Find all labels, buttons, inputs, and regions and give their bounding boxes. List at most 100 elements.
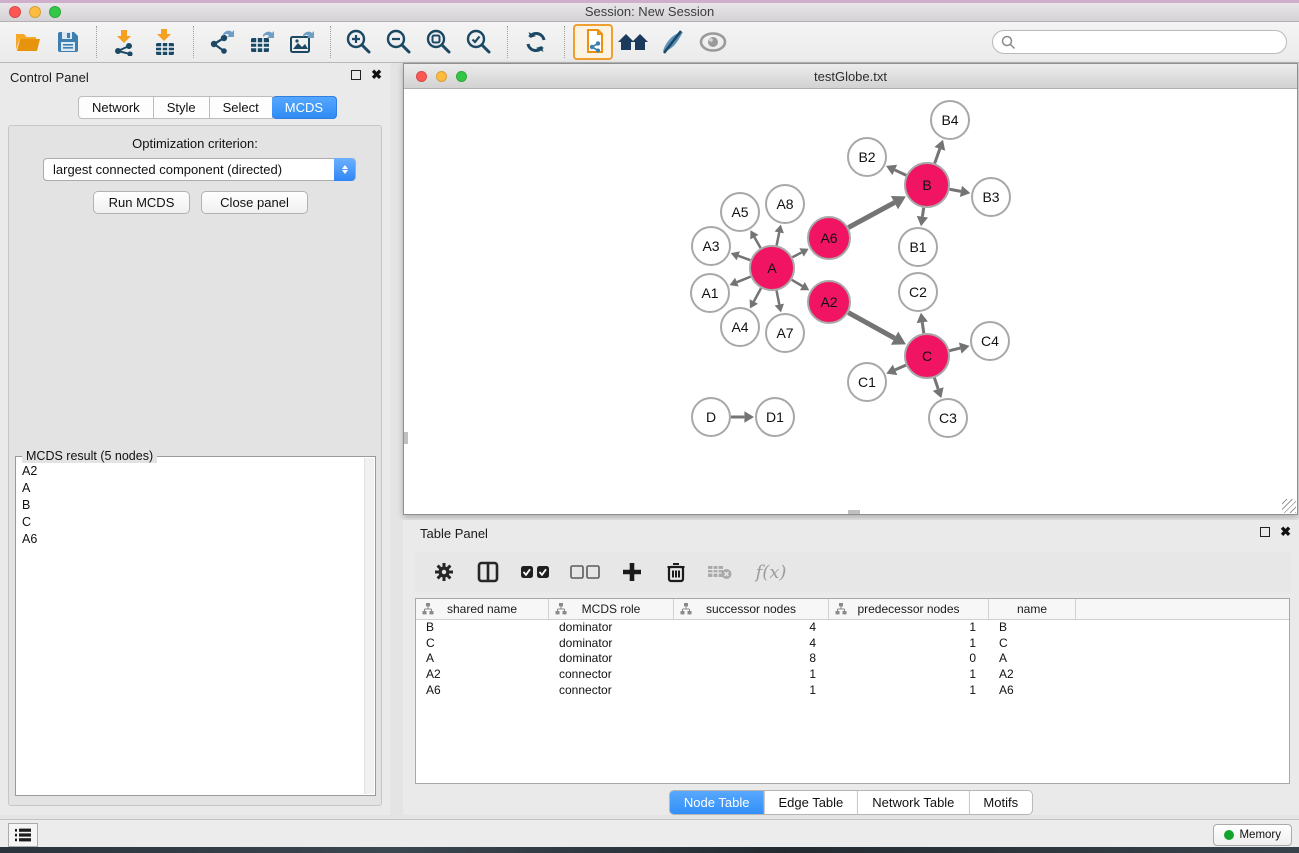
tab-style[interactable]: Style [154,96,210,119]
graph-node-A8[interactable]: A8 [766,185,804,223]
zoom-in-icon[interactable] [339,24,379,60]
graph-edge-A-A8[interactable] [777,232,780,245]
home-icon[interactable] [613,24,653,60]
export-image-icon[interactable] [282,24,322,60]
graph-edge-C-C1[interactable] [895,365,906,370]
graph-node-C3[interactable]: C3 [929,399,967,437]
col-header-shared-name[interactable]: shared name [416,599,549,619]
export-table-icon[interactable] [242,24,282,60]
graph-node-B[interactable]: B [905,163,949,207]
col-header-mcds-role[interactable]: MCDS role [549,599,674,619]
graph-edge-A-A4[interactable] [754,288,761,301]
delete-row-trash-icon[interactable] [661,557,691,587]
graph-node-D[interactable]: D [692,398,730,436]
zoom-out-icon[interactable] [379,24,419,60]
refresh-icon[interactable] [516,24,556,60]
graph-node-A3[interactable]: A3 [692,227,730,265]
graph-edge-A2-C[interactable] [848,313,894,339]
tab-network-table[interactable]: Network Table [857,791,968,814]
graph-edge-A-A3[interactable] [738,256,750,260]
result-item[interactable]: A [18,480,363,497]
graph-node-A[interactable]: A [750,246,794,290]
open-session-icon[interactable] [8,24,48,60]
split-column-icon[interactable] [473,557,503,587]
graph-edge-A-A6[interactable] [792,252,801,257]
tab-node-table[interactable]: Node Table [670,791,764,814]
table-row[interactable]: A6connector11A6 [416,683,1289,699]
close-traffic-light[interactable] [9,6,21,18]
graph-node-A2[interactable]: A2 [808,281,850,323]
minimize-traffic-light[interactable] [436,71,447,82]
select-all-checks-icon[interactable] [517,557,553,587]
new-network-from-selection-icon[interactable] [573,24,613,60]
zoom-traffic-light[interactable] [49,6,61,18]
eye-icon[interactable] [693,24,733,60]
graph-node-A5[interactable]: A5 [721,193,759,231]
show-panels-list-button[interactable] [8,823,38,847]
tab-select[interactable]: Select [210,96,273,119]
tab-network[interactable]: Network [78,96,154,119]
close-traffic-light[interactable] [416,71,427,82]
node-table[interactable]: shared name MCDS role successor nodes pr… [415,598,1290,784]
graph-edge-B-B3[interactable] [950,189,961,191]
graph-node-A4[interactable]: A4 [721,308,759,346]
result-item[interactable]: C [18,514,363,531]
network-window-titlebar[interactable]: testGlobe.txt [404,64,1297,89]
minimize-traffic-light[interactable] [29,6,41,18]
graph-edge-A-A7[interactable] [777,291,780,305]
result-item[interactable]: A2 [18,463,363,480]
graph-node-A6[interactable]: A6 [808,217,850,259]
window-resize-grip[interactable] [1282,499,1296,513]
graph-edge-A-A5[interactable] [754,237,760,248]
delete-table-icon[interactable] [705,557,735,587]
graph-node-C2[interactable]: C2 [899,273,937,311]
col-header-name[interactable]: name [989,599,1076,619]
add-row-icon[interactable] [617,557,647,587]
run-mcds-button[interactable]: Run MCDS [93,191,190,214]
table-settings-gear-icon[interactable] [429,557,459,587]
graph-edge-A6-B[interactable] [848,203,894,228]
deselect-all-checks-icon[interactable] [567,557,603,587]
graph-edge-C-C4[interactable] [949,348,960,351]
graph-node-B2[interactable]: B2 [848,138,886,176]
float-panel-icon[interactable] [1260,527,1270,537]
mcds-result-list[interactable]: A2 A B C A6 [18,463,363,793]
close-panel-icon[interactable]: ✖ [1280,527,1291,537]
zoom-fit-icon[interactable] [419,24,459,60]
close-panel-icon[interactable]: ✖ [371,70,382,80]
close-panel-button[interactable]: Close panel [201,191,308,214]
graph-node-C4[interactable]: C4 [971,322,1009,360]
export-network-icon[interactable] [202,24,242,60]
graph-node-C1[interactable]: C1 [848,363,886,401]
graph-node-B4[interactable]: B4 [931,101,969,139]
tab-motifs[interactable]: Motifs [968,791,1032,814]
float-panel-icon[interactable] [351,70,361,80]
graph-edge-B-B2[interactable] [895,170,906,175]
graph-node-D1[interactable]: D1 [756,398,794,436]
graph-edge-B-B1[interactable] [922,208,923,217]
graph-edge-A-A1[interactable] [737,277,751,283]
table-row[interactable]: A2connector11A2 [416,667,1289,683]
result-item[interactable]: A6 [18,531,363,548]
memory-button[interactable]: Memory [1213,824,1292,846]
style-visibility-icon[interactable] [653,24,693,60]
col-header-predecessor-nodes[interactable]: predecessor nodes [829,599,989,619]
graph-node-A1[interactable]: A1 [691,274,729,312]
graph-node-B1[interactable]: B1 [899,228,937,266]
criterion-dropdown[interactable]: largest connected component (directed) [43,158,356,181]
graph-node-C[interactable]: C [905,334,949,378]
table-row[interactable]: Cdominator41C [416,636,1289,652]
result-item[interactable]: B [18,497,363,514]
zoom-selected-icon[interactable] [459,24,499,60]
graph-edge-A-A2[interactable] [792,280,803,286]
import-network-icon[interactable] [105,24,145,60]
col-header-successor-nodes[interactable]: successor nodes [674,599,829,619]
graph-edge-C-C3[interactable] [934,378,938,389]
function-builder-icon[interactable]: f(x) [749,557,793,587]
import-table-icon[interactable] [145,24,185,60]
graph-node-B3[interactable]: B3 [972,178,1010,216]
zoom-traffic-light[interactable] [456,71,467,82]
graph-edge-B-B4[interactable] [935,149,940,163]
network-graph[interactable]: B4B2BB3B1C2A5A8A3A6AA1A2A4A7CC4C1C3DD1 [404,89,1297,514]
tab-mcds[interactable]: MCDS [272,96,337,119]
